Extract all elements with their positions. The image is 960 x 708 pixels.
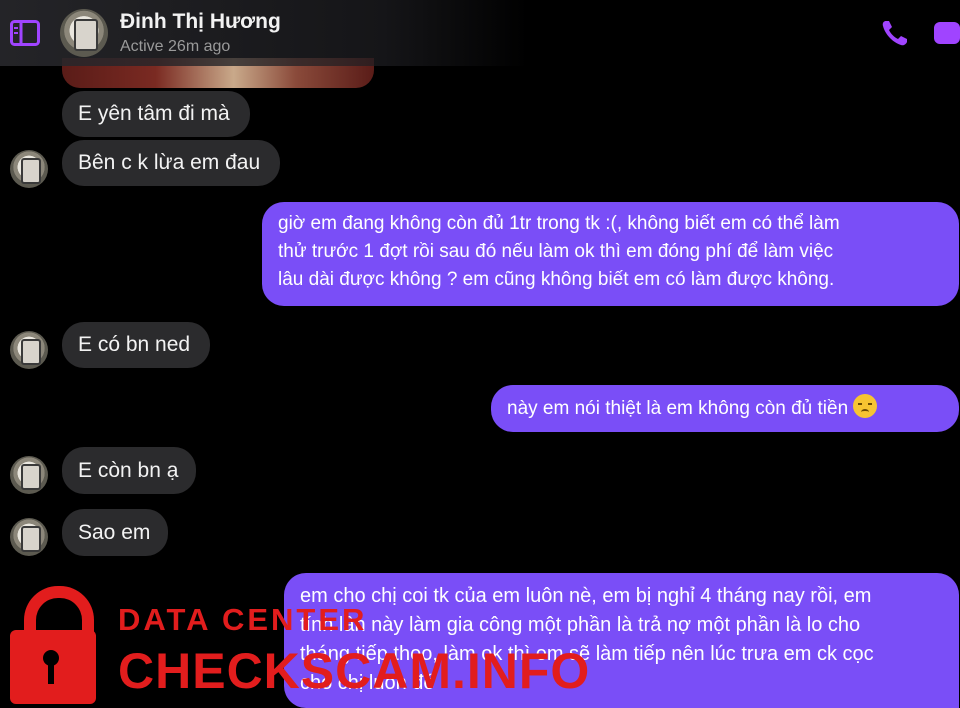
incoming-message[interactable]: E có bn ned (62, 322, 210, 368)
contact-avatar[interactable] (60, 9, 108, 57)
watermark-line-1: DATA CENTER (118, 602, 368, 637)
contact-avatar-small[interactable] (10, 456, 48, 494)
contact-avatar-small[interactable] (10, 518, 48, 556)
message-text-line: tính lần này làm gia công một phần là tr… (300, 614, 861, 636)
contact-avatar-small[interactable] (10, 331, 48, 369)
phone-icon[interactable] (880, 18, 910, 48)
outgoing-message[interactable]: này em nói thiệt là em không còn đủ tiền (491, 385, 959, 432)
contact-status: Active 26m ago (120, 38, 231, 55)
sidebar-icon[interactable] (10, 20, 40, 46)
message-text: E có bn ned (78, 333, 191, 356)
incoming-message[interactable]: E còn bn ạ (62, 447, 196, 494)
message-text: Sao em (78, 521, 151, 544)
contact-name[interactable]: Đinh Thị Hương (120, 10, 281, 34)
watermark-line-2: CHECKSCAM.INFO (118, 643, 591, 699)
video-icon[interactable] (932, 20, 960, 46)
disappointed-face-emoji (853, 394, 878, 418)
incoming-message[interactable]: Bên c k lừa em đau (62, 140, 280, 186)
contact-avatar-small[interactable] (10, 150, 48, 188)
incoming-message[interactable]: Sao em (62, 509, 168, 556)
message-text: Bên c k lừa em đau (78, 151, 261, 174)
message-text-line: lâu dài được không ? em cũng không biết … (278, 269, 835, 290)
message-text-line: em cho chị coi tk của em luôn nè, em bị … (300, 585, 872, 607)
message-text: E còn bn ạ (78, 459, 179, 482)
message-text-line: giờ em đang không còn đủ 1tr trong tk :(… (278, 213, 840, 234)
message-text: này em nói thiệt là em không còn đủ tiền (507, 398, 849, 419)
message-text: E yên tâm đi mà (78, 102, 230, 125)
outgoing-message[interactable]: giờ em đang không còn đủ 1tr trong tk :(… (262, 202, 959, 306)
message-text-line: thử trước 1 đợt rồi sau đó nếu làm ok th… (278, 241, 834, 262)
incoming-message[interactable]: E yên tâm đi mà (62, 91, 250, 137)
